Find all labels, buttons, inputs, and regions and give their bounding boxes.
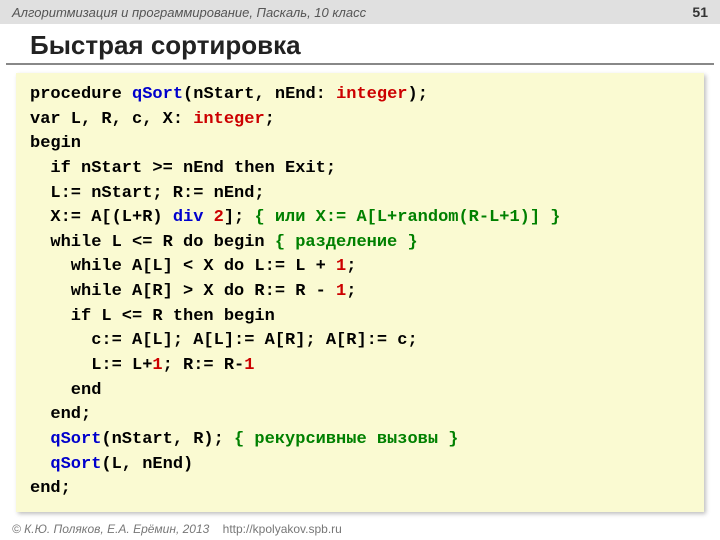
code-line: if nStart >= nEnd then Exit; [30,157,690,182]
code-line: procedure qSort(nStart, nEnd: integer); [30,83,690,108]
code-line: if L <= R then begin [30,305,690,330]
code-line: L:= L+1; R:= R-1 [30,354,690,379]
footer-authors: © К.Ю. Поляков, Е.А. Ерёмин, 2013 [12,522,209,536]
code-line: qSort(L, nEnd) [30,453,690,478]
code-line: c:= A[L]; A[L]:= A[R]; A[R]:= c; [30,329,690,354]
code-line: end [30,379,690,404]
code-block: procedure qSort(nStart, nEnd: integer); … [16,73,704,512]
code-line: end; [30,403,690,428]
code-line: while A[R] > X do R:= R - 1; [30,280,690,305]
code-line: while A[L] < X do L:= L + 1; [30,255,690,280]
code-line: qSort(nStart, R); { рекурсивные вызовы } [30,428,690,453]
code-line: var L, R, c, X: integer; [30,108,690,133]
footer-url: http://kpolyakov.spb.ru [223,522,342,536]
page-number: 51 [692,4,708,20]
code-line: begin [30,132,690,157]
header-bar: Алгоритмизация и программирование, Паска… [0,0,720,24]
footer: © К.Ю. Поляков, Е.А. Ерёмин, 2013 http:/… [12,522,342,536]
code-line: L:= nStart; R:= nEnd; [30,182,690,207]
course-label: Алгоритмизация и программирование, Паска… [12,5,366,20]
code-line: end; [30,477,690,502]
page-title: Быстрая сортировка [6,24,714,65]
code-line: X:= A[(L+R) div 2]; { или X:= A[L+random… [30,206,690,231]
code-line: while L <= R do begin { разделение } [30,231,690,256]
